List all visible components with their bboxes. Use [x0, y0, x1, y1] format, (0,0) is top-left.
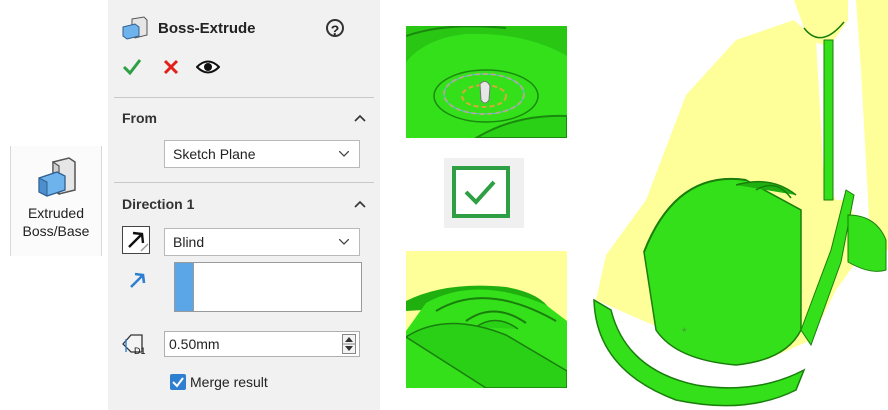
- direction-vector-icon: [130, 272, 146, 288]
- reverse-direction-button[interactable]: [122, 226, 150, 254]
- chevron-down-icon: [339, 239, 349, 245]
- eye-icon[interactable]: [196, 58, 220, 76]
- depth-spinner[interactable]: [342, 334, 356, 354]
- checkmark-icon: [172, 377, 184, 388]
- confirm-check-tile: [444, 158, 524, 228]
- sketch-selection-image: [406, 26, 567, 138]
- chevron-down-icon: [339, 151, 349, 157]
- section-detail-image: [406, 285, 567, 388]
- depth-icon: D1: [122, 334, 146, 356]
- feature-title: Boss-Extrude: [158, 20, 256, 37]
- direction1-heading: Direction 1: [122, 196, 195, 212]
- confirm-check-icon[interactable]: [452, 166, 510, 218]
- extrude-boss-icon: [38, 157, 76, 197]
- sketch-selection-view: [406, 26, 567, 138]
- reverse-direction-icon: [128, 231, 149, 252]
- model-section-view: *: [586, 0, 888, 410]
- close-icon[interactable]: [162, 58, 180, 76]
- end-condition-select[interactable]: Blind: [164, 228, 360, 256]
- separator: [114, 182, 374, 183]
- separator: [114, 97, 374, 98]
- chevron-up-icon[interactable]: [354, 112, 366, 124]
- check-icon: [464, 180, 496, 205]
- svg-text:D1: D1: [134, 346, 146, 356]
- section-detail-view: [406, 251, 567, 388]
- merge-result-label: Merge result: [190, 374, 268, 390]
- spin-arrows-icon: [343, 337, 355, 351]
- direction-reference-box[interactable]: [174, 262, 362, 312]
- svg-text:*: *: [682, 325, 687, 339]
- selection-highlight: [175, 263, 194, 311]
- command-label: Extruded Boss/Base: [22, 205, 90, 239]
- property-manager-panel: Boss-Extrude ? From Sketch Plane Directi…: [108, 0, 380, 410]
- extruded-boss-base-button[interactable]: Extruded Boss/Base: [10, 146, 102, 256]
- chevron-up-icon[interactable]: [354, 198, 366, 210]
- merge-result-checkbox[interactable]: [170, 374, 186, 390]
- boss-extrude-feature-icon: [122, 16, 148, 40]
- from-heading: From: [122, 110, 157, 126]
- depth-input[interactable]: 0.50mm: [164, 331, 360, 357]
- help-icon[interactable]: ?: [326, 19, 344, 38]
- check-icon[interactable]: [122, 58, 142, 76]
- from-select[interactable]: Sketch Plane: [164, 140, 360, 168]
- section-model-image: *: [593, 0, 888, 407]
